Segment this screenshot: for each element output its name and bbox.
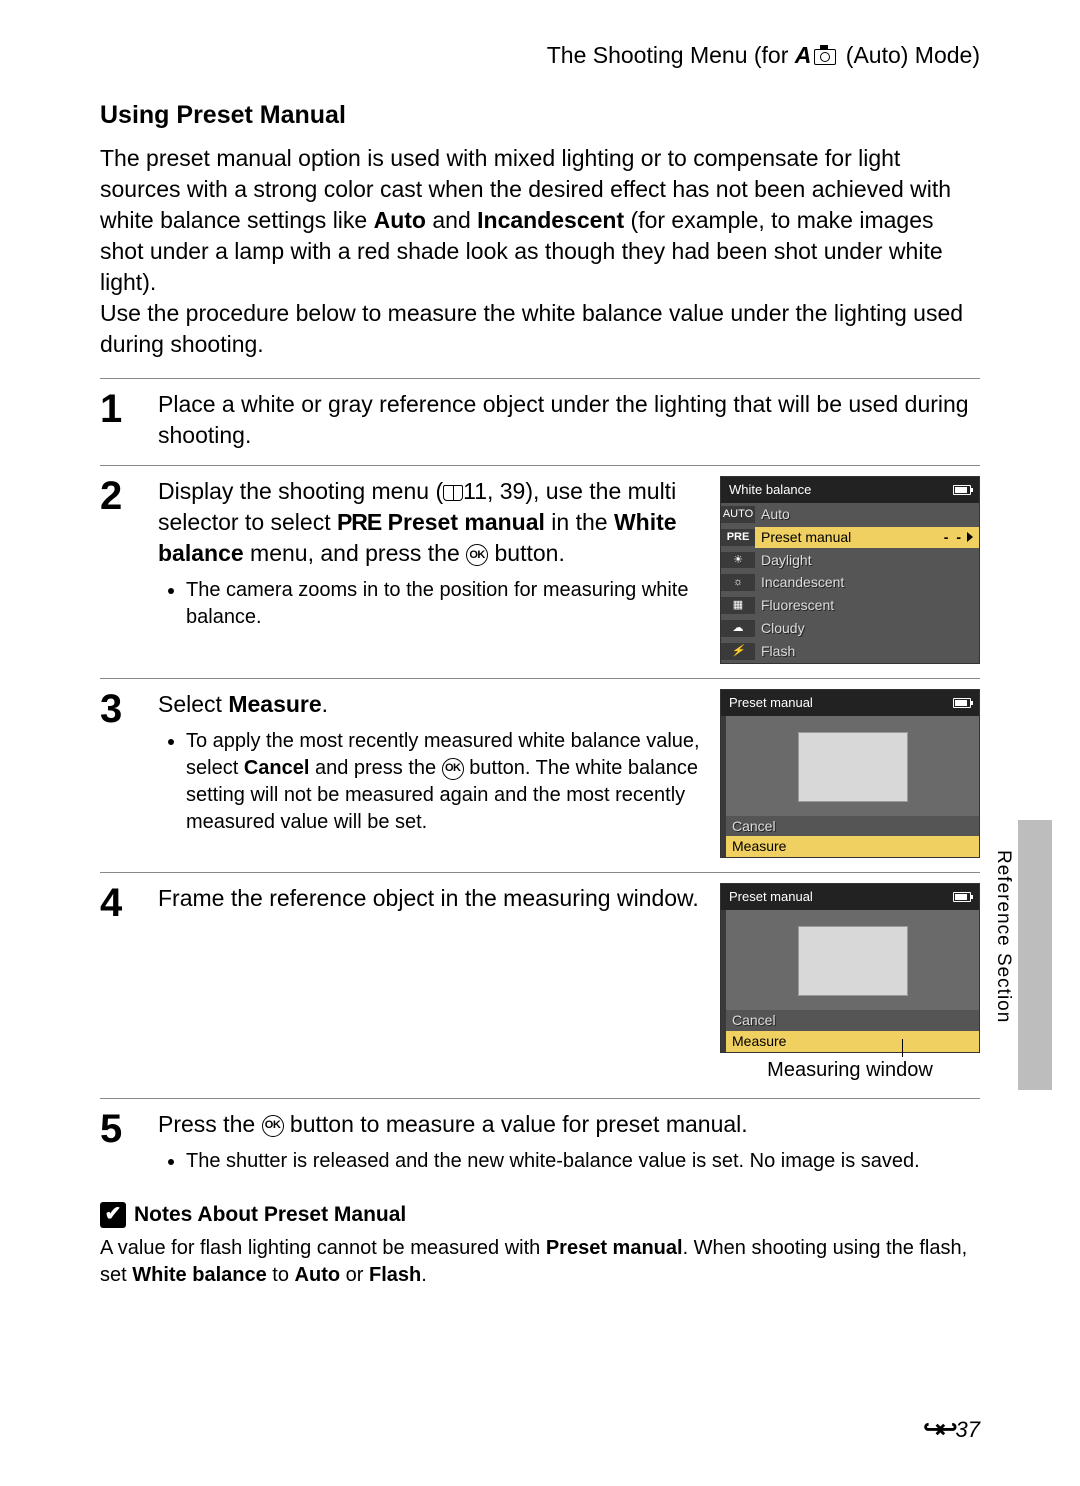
auto-icon: AUTO — [721, 506, 755, 523]
cancel-option: Cancel — [721, 816, 979, 837]
step-text: Place a white or gray reference object u… — [158, 389, 980, 451]
preset-manual-framing-screenshot: Preset manual Cancel Measure — [720, 883, 980, 1052]
page-number: ↪↩ 37 — [923, 1414, 980, 1446]
notes-block: ✔ Notes About Preset Manual A value for … — [100, 1201, 980, 1289]
ok-button-icon: OK — [262, 1115, 284, 1137]
check-icon: ✔ — [100, 1202, 126, 1228]
step-text: Press the OK button to measure a value f… — [158, 1109, 980, 1175]
step-number: 2 — [100, 476, 140, 664]
page-header: The Shooting Menu (for A (Auto) Mode) — [100, 40, 980, 71]
bullet-item: The camera zooms in to the position for … — [186, 577, 700, 631]
notes-body: A value for flash lighting cannot be mea… — [100, 1235, 980, 1289]
screen-header: Preset manual — [721, 690, 979, 716]
side-label: Reference Section — [990, 850, 1016, 1023]
measure-area — [721, 910, 979, 1010]
chevron-right-icon — [967, 532, 973, 542]
flash-icon — [721, 643, 755, 660]
step-2: 2 Display the shooting menu (11, 39), us… — [100, 466, 980, 679]
measure-area — [721, 716, 979, 816]
reference-link-icon: ↪↩ — [923, 1414, 951, 1446]
header-text-pre: The Shooting Menu (for — [547, 42, 795, 68]
wb-item-daylight: Daylight — [721, 549, 979, 572]
measure-option: Measure — [721, 836, 979, 857]
step-number: 5 — [100, 1109, 140, 1177]
step-number: 1 — [100, 389, 140, 451]
step-5: 5 Press the OK button to measure a value… — [100, 1099, 980, 1191]
camera-icon — [814, 49, 836, 65]
bulb-icon — [721, 574, 755, 591]
step-text: Display the shooting menu (11, 39), use … — [158, 476, 700, 633]
step-4: 4 Frame the reference object in the meas… — [100, 873, 980, 1098]
step-bullets: The shutter is released and the new whit… — [158, 1148, 980, 1175]
wb-item-preset-manual: PRE Preset manual - - — [721, 526, 979, 549]
cancel-option: Cancel — [721, 1010, 979, 1031]
step-text: Select Measure. To apply the most recent… — [158, 689, 700, 838]
battery-icon — [953, 698, 971, 708]
measure-box — [798, 732, 908, 802]
screen-title: Preset manual — [729, 888, 813, 906]
pre-label: PRE — [337, 509, 381, 535]
side-tab — [1018, 820, 1052, 1090]
measuring-window-caption: Measuring window — [767, 1057, 933, 1084]
ok-button-icon: OK — [442, 758, 464, 780]
intro-block: The preset manual option is used with mi… — [100, 143, 980, 360]
wb-menu-screenshot: White balance AUTO Auto PRE Preset manua… — [720, 476, 980, 664]
step-1: 1 Place a white or gray reference object… — [100, 379, 980, 466]
ok-button-icon: OK — [466, 544, 488, 566]
step-number: 3 — [100, 689, 140, 858]
measure-box — [798, 926, 908, 996]
header-text-post: (Auto) Mode) — [839, 42, 980, 68]
cloud-icon — [721, 620, 755, 637]
step-bullets: To apply the most recently measured whit… — [158, 728, 700, 836]
step-3: 3 Select Measure. To apply the most rece… — [100, 679, 980, 873]
screen-title: Preset manual — [729, 694, 813, 712]
section-title: Using Preset Manual — [100, 99, 980, 133]
pre-icon: PRE — [721, 529, 755, 546]
preset-manual-screenshot: Preset manual Cancel Measure — [720, 689, 980, 858]
wb-item-flash: Flash — [721, 640, 979, 663]
step-text: Frame the reference object in the measur… — [158, 883, 700, 914]
screen-title: White balance — [729, 481, 811, 499]
bullet-item: The shutter is released and the new whit… — [186, 1148, 980, 1175]
steps-list: 1 Place a white or gray reference object… — [100, 378, 980, 1191]
battery-icon — [953, 892, 971, 902]
wb-item-incandescent: Incandescent — [721, 571, 979, 594]
mode-letter: A — [795, 42, 812, 68]
sun-icon — [721, 552, 755, 569]
wb-item-cloudy: Cloudy — [721, 617, 979, 640]
manual-ref-icon — [443, 485, 463, 501]
step-bullets: The camera zooms in to the position for … — [158, 577, 700, 631]
wb-item-fluorescent: Fluorescent — [721, 594, 979, 617]
screen-header: Preset manual — [721, 884, 979, 910]
screen-header: White balance — [721, 477, 979, 503]
battery-icon — [953, 485, 971, 495]
wb-item-auto: AUTO Auto — [721, 503, 979, 526]
notes-title: ✔ Notes About Preset Manual — [100, 1201, 980, 1229]
measure-option: Measure — [721, 1031, 979, 1052]
value-indicator: - - — [944, 528, 963, 547]
intro-p1: The preset manual option is used with mi… — [100, 143, 980, 298]
fluorescent-icon — [721, 597, 755, 614]
bullet-item: To apply the most recently measured whit… — [186, 728, 700, 836]
step-number: 4 — [100, 883, 140, 1083]
intro-p2: Use the procedure below to measure the w… — [100, 298, 980, 360]
